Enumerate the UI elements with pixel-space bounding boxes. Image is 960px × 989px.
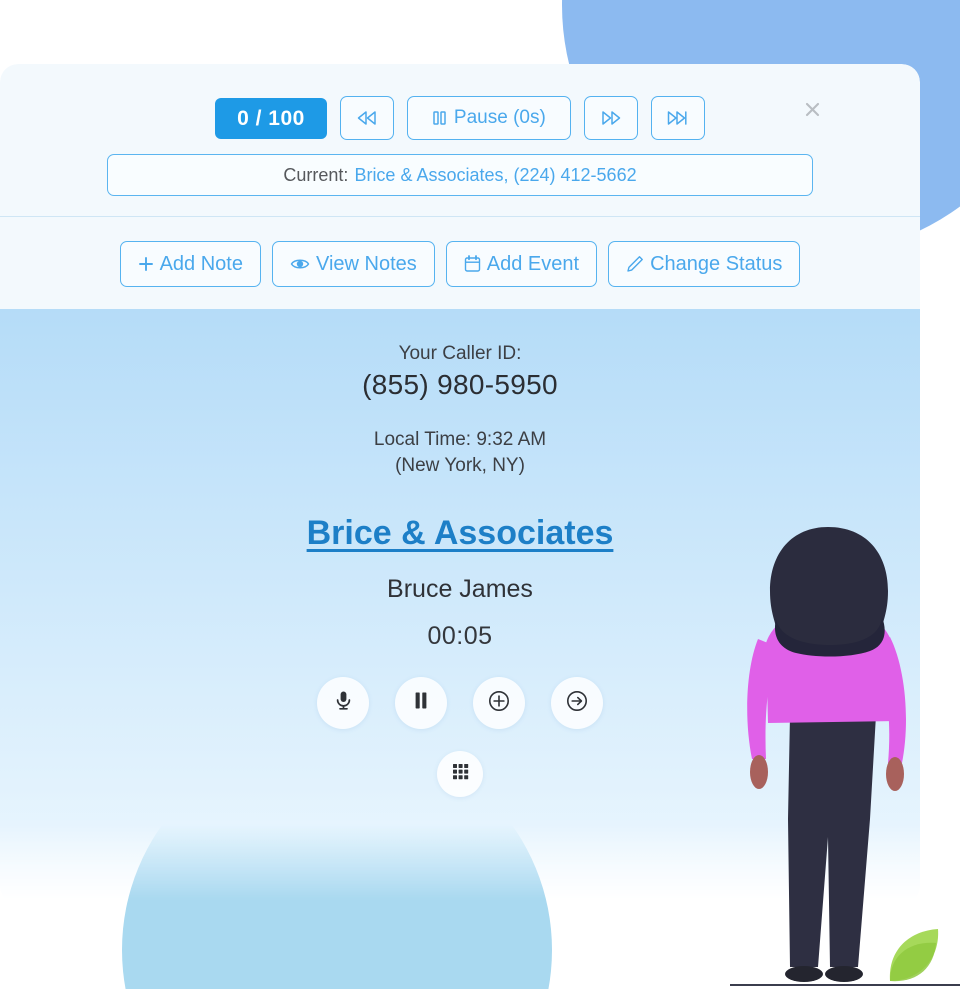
pause-dialer-label: Pause (0s) [453, 107, 546, 128]
local-city: (New York, NY) [395, 454, 525, 476]
action-button-row: Add Note View Notes Add Event Change Sta… [0, 217, 920, 309]
keypad-button[interactable] [437, 751, 483, 798]
calendar-icon [464, 255, 481, 273]
person-illustration [730, 527, 960, 986]
eye-icon [290, 256, 310, 272]
pause-dialer-button[interactable]: Pause (0s) [406, 96, 571, 140]
caller-id-label: Your Caller ID: [398, 343, 522, 364]
local-time: Local Time: 9:32 AM [373, 429, 547, 450]
add-call-button[interactable] [473, 677, 525, 730]
current-contact-bar[interactable]: Current: Brice & Associates, (224) 412-5… [107, 154, 813, 196]
screen-root: 0 / 100 Pause (0s) Current: Brice & Asso… [0, 0, 960, 989]
view-notes-button[interactable]: View Notes [271, 241, 435, 287]
add-note-button[interactable]: Add Note [119, 241, 261, 287]
arrow-right-circle-icon [566, 690, 588, 717]
caller-id-number: (855) 980-5950 [362, 369, 558, 400]
dialer-header: 0 / 100 Pause (0s) Current: Brice & Asso… [0, 64, 920, 309]
change-status-button[interactable]: Change Status [608, 241, 801, 287]
company-name-link[interactable]: Brice & Associates [307, 514, 614, 553]
current-contact-row: Current: Brice & Associates, (224) 412-5… [0, 154, 920, 216]
caller-id-block: Your Caller ID: (855) 980-5950 Local Tim… [0, 343, 920, 478]
close-dialer-button[interactable] [799, 96, 825, 122]
transfer-call-button[interactable] [551, 677, 603, 730]
current-contact-label: Current: [283, 164, 349, 185]
microphone-icon [334, 690, 353, 716]
skip-to-end-button[interactable] [650, 96, 705, 140]
rewind-button[interactable] [339, 96, 394, 140]
add-event-label: Add Event [486, 252, 580, 275]
skip-to-end-icon [667, 110, 688, 126]
progress-counter-badge: 0 / 100 [215, 97, 327, 139]
dialpad-icon [452, 763, 469, 785]
rewind-icon [357, 110, 377, 126]
current-contact-value: Brice & Associates, (224) 412-5662 [354, 164, 637, 185]
view-notes-label: View Notes [315, 252, 417, 275]
leaf-decoration [889, 929, 939, 982]
fast-forward-button[interactable] [583, 96, 638, 140]
hold-button[interactable] [395, 677, 447, 730]
mute-button[interactable] [317, 677, 369, 730]
add-event-button[interactable]: Add Event [445, 241, 598, 287]
plus-circle-icon [488, 690, 510, 717]
pause-icon [432, 110, 447, 126]
playback-control-row: 0 / 100 Pause (0s) [0, 64, 920, 154]
pause-icon [413, 691, 429, 715]
plus-icon [138, 256, 154, 272]
pencil-icon [626, 255, 644, 273]
fast-forward-icon [601, 110, 621, 126]
change-status-label: Change Status [650, 252, 783, 275]
add-note-label: Add Note [159, 252, 243, 275]
